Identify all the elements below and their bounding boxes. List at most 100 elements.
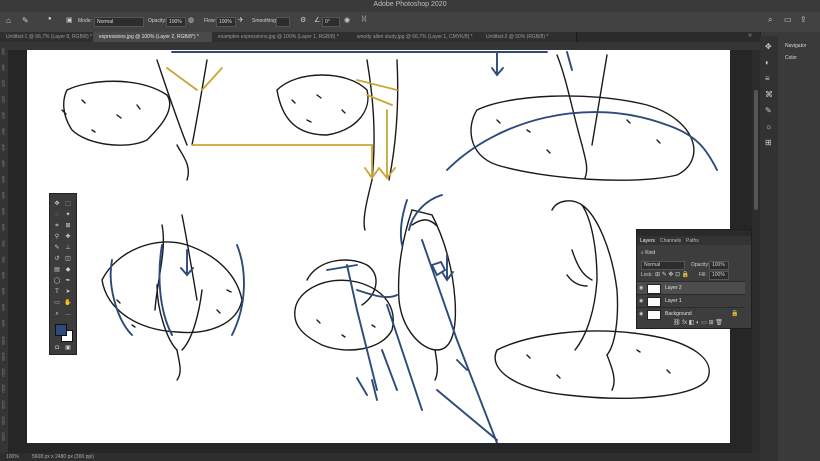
magic-wand-icon[interactable]: ✦ [64,211,72,219]
brush-settings-icon[interactable]: ▣ [66,16,73,24]
history-icon[interactable]: ⌘ [765,90,773,99]
pressure-opacity-icon[interactable]: ◍ [188,16,194,24]
healing-brush-icon[interactable]: ✚ [64,233,72,241]
ruler-tick: 1150 [1,384,6,393]
flow-field[interactable]: 100% [216,17,236,27]
sketch-artwork [61,51,718,443]
opacity-field[interactable]: 100% [166,17,186,27]
search-icon[interactable]: ⌕ [768,15,772,25]
zoom-level[interactable]: 100% [6,453,19,461]
blur-icon[interactable]: ◆ [64,266,72,274]
ruler-tick: 450 [1,160,6,167]
tab-untitled-2[interactable]: Untitled-2 @ 50% (RGB/8) * [480,32,577,42]
pen-icon[interactable]: ✒ [64,277,72,285]
stamp-icon[interactable]: ⊥ [64,244,72,252]
eye-icon[interactable]: ◉ [639,298,643,304]
tabs-overflow-icon[interactable]: » [748,32,752,39]
lightbulb-icon[interactable]: ☼ [765,122,772,131]
gear-icon[interactable]: ⚙ [300,16,306,24]
foreground-color-swatch[interactable] [55,324,67,336]
zoom-icon[interactable]: ⌕ [53,310,61,318]
screen-mode-icon[interactable]: ▣ [64,344,72,352]
layer-opacity-field[interactable]: 100% [709,261,729,270]
layer-actions-icons[interactable]: ⛓ fx ◧ ◐ ▭ ⊞ 🗑 [673,319,723,326]
ruler-tick: 300 [1,112,6,119]
pressure-size-icon[interactable]: ◉ [344,16,350,24]
ruler-tick: 700 [1,240,6,247]
move-tool-icon[interactable]: ✥ [53,200,61,208]
tab-examples-expressions[interactable]: examples expressions.jpg @ 100% (Layer 1… [212,32,357,42]
layer-row-layer-2[interactable]: ◉ Layer 2 [637,281,745,294]
tab-paths[interactable]: Paths [686,238,699,244]
angle-field[interactable]: 0° [322,17,340,27]
workspace-icon[interactable]: ▭ [784,15,792,24]
blend-mode-select[interactable]: Normal [641,261,685,270]
window-title: Adobe Photoshop 2020 [373,1,447,8]
ruler-tick: 1200 [1,400,6,409]
panel-icon-column: ✥ ◐ ≡ ⌘ ✎ ☼ ⊞ [760,36,778,461]
properties-icon[interactable]: ⊞ [765,138,772,147]
tools-panel: ✥ ⬚ ◌ ✦ ⌗ ⊠ ⚲ ✚ ✎ ⊥ ↺ ◫ ▤ ◆ ◯ ✒ T ➤ ▭ ✋ … [49,193,77,355]
layer-thumbnail [647,310,661,320]
tab-layers[interactable]: Layers [640,238,655,244]
mode-select[interactable]: Normal [94,17,144,27]
layer-name: Background [665,311,692,317]
adjustments-icon[interactable]: ≡ [765,74,770,83]
document-canvas[interactable] [27,50,730,443]
dodge-icon[interactable]: ◯ [53,277,61,285]
ruler-tick: 200 [1,80,6,87]
tab-channels[interactable]: Channels [660,238,681,244]
ruler-tick: 1050 [1,352,6,361]
panel-color[interactable]: Color [785,55,797,61]
airbrush-icon[interactable]: ✈ [238,16,244,24]
shape-icon[interactable]: ▭ [53,299,61,307]
brush-icon[interactable]: ✎ [53,244,61,252]
scroll-thumb[interactable] [754,90,758,210]
ruler-tick: 800 [1,272,6,279]
ruler-tick: 100 [1,48,6,55]
color-icon[interactable]: ◐ [765,58,770,67]
smoothing-label: Smoothing: [252,18,278,24]
brush-settings-panel-icon[interactable]: ✎ [765,106,772,115]
eraser-icon[interactable]: ◫ [64,255,72,263]
eye-icon[interactable]: ◉ [639,311,643,317]
frame-tool-icon[interactable]: ⊠ [64,222,72,230]
mode-label: Mode: [78,18,92,24]
status-bar: 100% 5608 px x 2480 px (300 ppi) [0,453,760,461]
brush-tool-icon[interactable]: ✎ [22,16,29,25]
tab-woody-allen-study[interactable]: woody allen study.jpg @ 66,7% (Layer 1, … [351,32,486,42]
eye-icon[interactable]: ◉ [639,285,643,291]
navigator-icon[interactable]: ✥ [765,42,772,51]
eyedropper-icon[interactable]: ⚲ [53,233,61,241]
home-icon[interactable]: ⌂ [6,16,11,25]
brush-size-icon[interactable]: ● [48,16,52,22]
smoothing-field[interactable] [276,17,290,27]
tab-untitled-1[interactable]: Untitled-1 @ 66,7% (Layer 8, RGB/8) * [0,32,99,42]
layers-panel: Layers Channels Paths ⌕ Kind Normal Opac… [636,229,752,329]
history-brush-icon[interactable]: ↺ [53,255,61,263]
vertical-scrollbar[interactable] [752,50,760,453]
share-icon[interactable]: ⇪ [800,15,807,24]
quick-mask-icon[interactable]: ◘ [53,344,61,352]
marquee-tool-icon[interactable]: ⬚ [64,200,72,208]
lock-icons[interactable]: ⊞ ✎ ✥ ⊡ 🔒 [655,271,689,278]
panel-navigator[interactable]: Navigator [785,43,806,49]
more-tools-icon[interactable]: … [64,310,72,318]
gradient-icon[interactable]: ▤ [53,266,61,274]
layer-name: Layer 2 [665,285,682,291]
crop-tool-icon[interactable]: ⌗ [53,222,61,230]
document-size[interactable]: 5608 px x 2480 px (300 ppi) [32,453,94,461]
layer-row-layer-1[interactable]: ◉ Layer 1 [637,294,745,307]
lasso-tool-icon[interactable]: ◌ [53,211,61,219]
ruler-left[interactable]: 100 150 200 250 300 350 400 450 500 550 … [0,42,8,453]
hand-icon[interactable]: ✋ [64,299,72,307]
type-icon[interactable]: T [53,288,61,296]
symmetry-icon[interactable]: ᛞ [362,16,366,23]
ruler-tick: 500 [1,176,6,183]
filter-kind-select[interactable]: ⌕ Kind [641,250,655,256]
lock-icon: 🔒 [731,311,739,317]
options-bar: ⌂ ✎ ● ▣ Mode: Normal Opacity: 100% ◍ Flo… [0,12,820,33]
path-select-icon[interactable]: ➤ [64,288,72,296]
tab-expressions[interactable]: expressions.jpg @ 100% (Layer 2, RGB/8*)… [93,32,218,42]
fill-field[interactable]: 100% [709,271,729,280]
